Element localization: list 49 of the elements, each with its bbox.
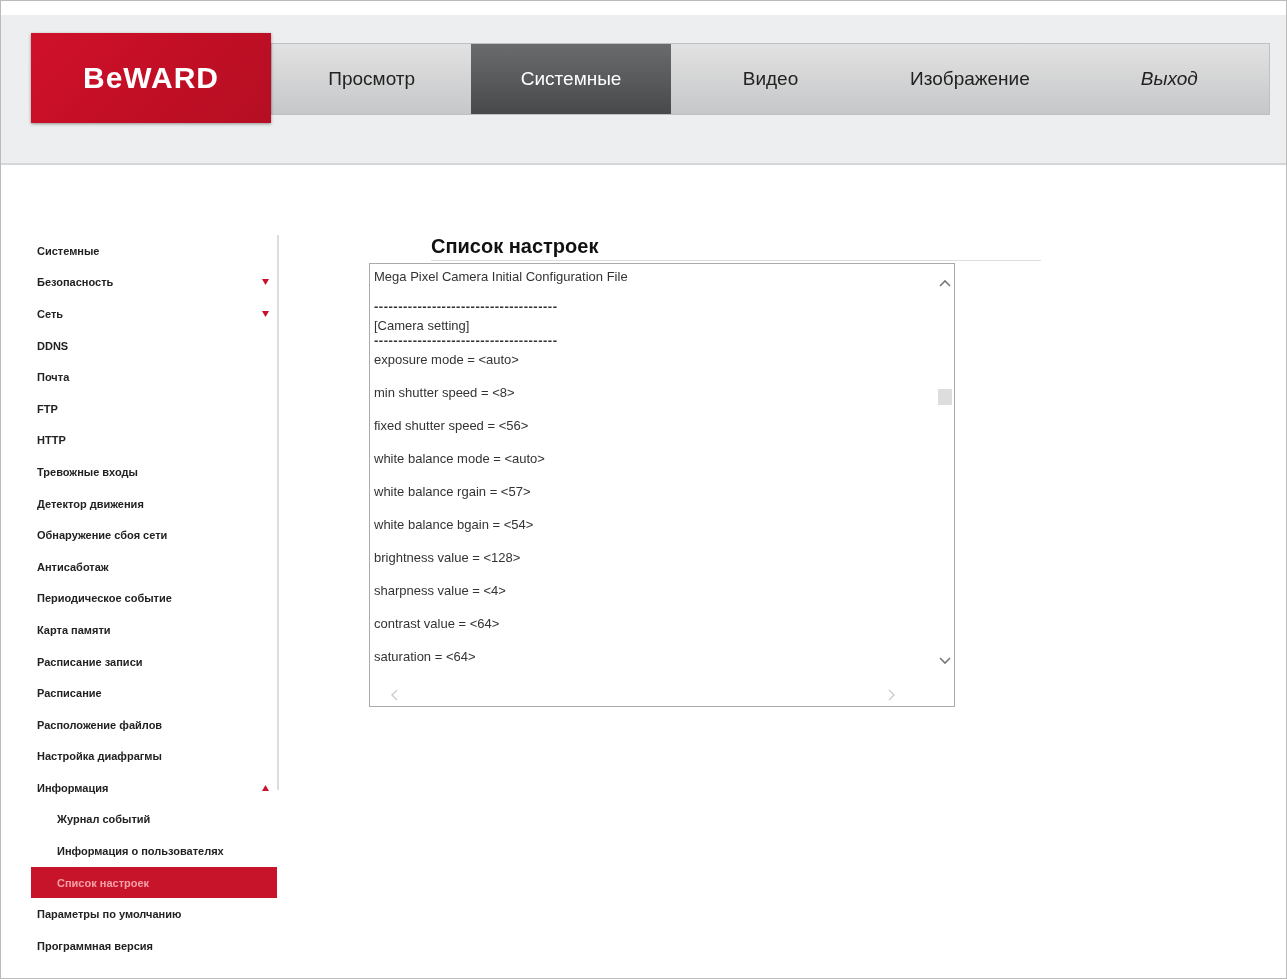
chevron-right-icon[interactable] <box>888 689 896 701</box>
sidebar-item[interactable]: Журнал событий <box>31 803 277 836</box>
sidebar-item[interactable]: Информация о пользователях <box>31 835 277 867</box>
sidebar-item[interactable]: FTP <box>31 392 277 425</box>
sidebar-item[interactable]: Безопасность <box>31 266 277 299</box>
config-line: sharpness value = <4> <box>374 582 507 600</box>
config-line: brightness value = <128> <box>374 549 522 567</box>
sidebar-item[interactable]: Почта <box>31 361 277 393</box>
sidebar-item[interactable]: Программная версия <box>31 930 277 962</box>
sidebar-item[interactable]: Периодическое событие <box>31 582 277 615</box>
scrollbar-thumb[interactable] <box>938 389 952 405</box>
logo: BeWARD <box>31 33 271 123</box>
nav-tab[interactable]: Системные <box>471 44 671 114</box>
chevron-up-icon[interactable] <box>939 278 951 288</box>
sidebar-item[interactable]: Системные <box>31 235 277 267</box>
config-line: [Camera setting] <box>374 317 471 335</box>
sidebar-item[interactable]: Расписание записи <box>31 645 277 678</box>
sidebar-item[interactable]: Антисаботаж <box>31 550 277 583</box>
sidebar-item[interactable]: Обнаружение сбоя сети <box>31 519 277 551</box>
sidebar-item[interactable]: Сеть <box>31 298 277 330</box>
chevron-down-icon[interactable] <box>939 656 951 666</box>
config-line: exposure mode = <auto> <box>374 351 520 369</box>
page-title: Список настроек <box>431 235 1041 261</box>
nav-tab[interactable]: Просмотр <box>272 44 472 114</box>
config-line: contrast value = <64> <box>374 615 501 633</box>
sidebar-item[interactable]: Тревожные входы <box>31 456 277 488</box>
config-line: fixed shutter speed = <56> <box>374 417 530 435</box>
sidebar-item[interactable]: Карта памяти <box>31 614 277 646</box>
separator-line: -------------------------------------- <box>374 301 559 316</box>
config-line: white balance bgain = <54> <box>374 516 535 534</box>
nav-tab[interactable]: Изображение <box>870 44 1070 114</box>
nav-tab[interactable]: Видео <box>670 44 871 114</box>
separator-line: -------------------------------------- <box>374 335 559 350</box>
config-line: min shutter speed = <8> <box>374 384 516 402</box>
config-line: white balance mode = <auto> <box>374 450 546 468</box>
config-line: white balance rgain = <57> <box>374 483 532 501</box>
sidebar-item[interactable]: Параметры по умолчанию <box>31 898 277 931</box>
sidebar-item[interactable]: Расписание <box>31 677 277 709</box>
config-line: Mega Pixel Camera Initial Configuration File <box>374 268 629 286</box>
chevron-left-icon[interactable] <box>390 689 398 701</box>
sidebar-item[interactable]: Настройка диафрагмы <box>31 740 277 773</box>
sidebar-item[interactable]: DDNS <box>31 329 277 362</box>
sidebar-item[interactable]: Расположение файлов <box>31 708 277 741</box>
config-text-area[interactable] <box>369 263 955 707</box>
logout-tab[interactable]: Выход <box>1069 44 1270 114</box>
sidebar-item[interactable]: Информация <box>31 772 277 804</box>
config-line: saturation = <64> <box>374 648 477 666</box>
sidebar-item[interactable]: Детектор движения <box>31 487 277 520</box>
sidebar-item[interactable]: HTTP <box>31 424 277 457</box>
